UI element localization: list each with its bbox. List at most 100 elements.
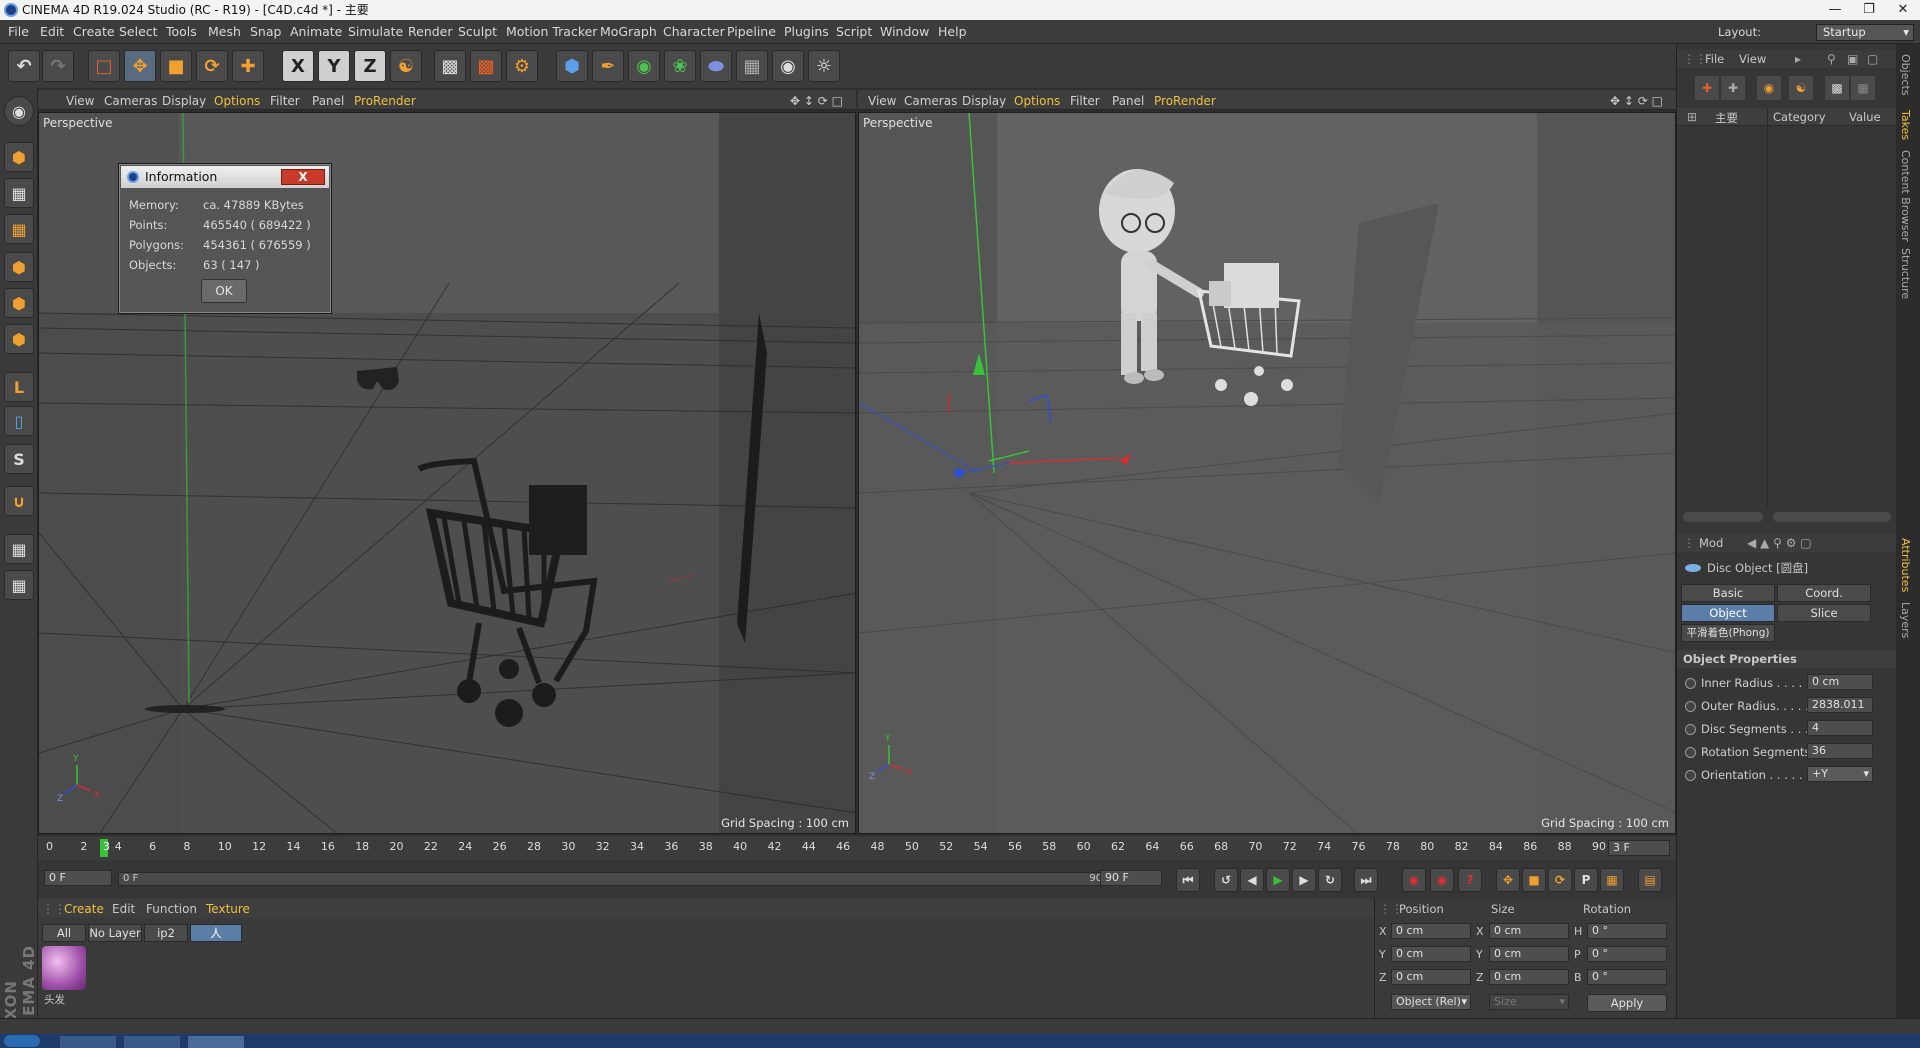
inner-radius-field[interactable]: 0 cm <box>1807 674 1873 690</box>
transform-tool-button[interactable]: ✚ <box>232 50 264 82</box>
menu-window[interactable]: Window <box>880 24 929 39</box>
layout-dropdown[interactable]: Startup ▾ <box>1816 24 1914 41</box>
menu-mesh[interactable]: Mesh <box>208 24 241 39</box>
bookmark-icon[interactable]: ▣ <box>1847 52 1858 66</box>
redo-button[interactable]: ↷ <box>42 50 74 82</box>
menu-tools[interactable]: Tools <box>166 24 197 39</box>
disc-segments-field[interactable]: 4 <box>1807 720 1873 736</box>
points-mode-button[interactable]: ⬢ <box>4 252 34 282</box>
live-selection-button[interactable]: □ <box>88 50 120 82</box>
menu-file[interactable]: File <box>8 24 29 39</box>
outer-radius-anim-toggle[interactable] <box>1685 701 1696 712</box>
material-filter-ip2[interactable]: ip2 <box>144 924 188 942</box>
key-pla-button[interactable]: ▦ <box>1600 868 1624 892</box>
key-parameter-button[interactable]: P <box>1574 868 1598 892</box>
material-menu-texture[interactable]: Texture <box>206 902 250 916</box>
coordinate-system-button[interactable]: ☯ <box>390 50 422 82</box>
vp-right-panel[interactable]: Panel <box>1112 94 1144 108</box>
side-tab-takes[interactable]: Takes <box>1899 110 1912 140</box>
material-swatch-hair[interactable] <box>42 946 86 990</box>
orientation-dropdown[interactable]: +Y ▾ <box>1807 766 1873 782</box>
previous-key-button[interactable]: ↺ <box>1214 868 1238 892</box>
material-menu-function[interactable]: Function <box>146 902 197 916</box>
menu-motion-tracker[interactable]: Motion Tracker <box>506 24 597 39</box>
menu-edit[interactable]: Edit <box>40 24 64 39</box>
menu-create[interactable]: Create <box>73 24 115 39</box>
menu-mograph[interactable]: MoGraph <box>600 24 657 39</box>
information-dialog-header[interactable]: Information X <box>121 166 329 188</box>
planar-workplane-button[interactable]: ▦ <box>4 570 34 600</box>
menu-simulate[interactable]: Simulate <box>348 24 403 39</box>
start-frame-field[interactable]: 0 F <box>44 870 112 886</box>
vp-left-display[interactable]: Display <box>162 94 206 108</box>
add-cloner-button[interactable]: ❀ <box>664 50 696 82</box>
x-axis-lock-button[interactable]: X <box>282 50 314 82</box>
menu-animate[interactable]: Animate <box>290 24 342 39</box>
texture-mode-button[interactable]: ▦ <box>4 178 34 208</box>
taskbar-app-1[interactable] <box>60 1036 116 1048</box>
add-light-button[interactable]: ☼ <box>808 50 840 82</box>
axis-mode-button[interactable]: L <box>4 372 34 402</box>
rotation-segments-anim-toggle[interactable] <box>1685 747 1696 758</box>
undo-button[interactable]: ↶ <box>8 50 40 82</box>
z-axis-lock-button[interactable]: Z <box>354 50 386 82</box>
coord-rot-p-field[interactable]: 0 ° <box>1587 946 1667 962</box>
vp-left-options[interactable]: Options <box>214 94 260 108</box>
information-dialog-close-button[interactable]: X <box>281 169 325 185</box>
current-frame-field[interactable]: 3 F <box>1608 840 1670 856</box>
coord-mode-select[interactable]: Object (Rel) ▾ <box>1391 994 1471 1010</box>
vp-right-display[interactable]: Display <box>962 94 1006 108</box>
make-editable-button[interactable]: ◉ <box>4 96 34 126</box>
add-deformer-button[interactable]: ⬬ <box>700 50 732 82</box>
coord-size-y-field[interactable]: 0 cm <box>1489 946 1569 962</box>
vp-left-nav-icons[interactable]: ✥ ↕ ⟳ □ <box>790 94 843 108</box>
autokey-button[interactable]: ◉ <box>1430 868 1454 892</box>
vp-right-cameras[interactable]: Cameras <box>904 94 957 108</box>
key-rotation-button[interactable]: ⟳ <box>1548 868 1572 892</box>
workplane-mode-button[interactable]: ▦ <box>4 214 34 244</box>
scale-tool-button[interactable]: ■ <box>160 50 192 82</box>
snap-button[interactable]: S <box>4 444 34 474</box>
y-axis-lock-button[interactable]: Y <box>318 50 350 82</box>
polygons-mode-button[interactable]: ⬢ <box>4 324 34 354</box>
objects-right-scrollbar[interactable] <box>1773 512 1891 522</box>
vp-right-nav-icons[interactable]: ✥ ↕ ⟳ □ <box>1610 94 1663 108</box>
takes-group-button[interactable]: ☯ <box>1789 76 1813 100</box>
taskbar-app-2[interactable] <box>124 1036 180 1048</box>
vp-right-prorender[interactable]: ProRender <box>1154 94 1216 108</box>
magnet-snap-button[interactable]: ∪ <box>4 486 34 516</box>
coord-rot-h-field[interactable]: 0 ° <box>1587 923 1667 939</box>
vp-right-view[interactable]: View <box>868 94 896 108</box>
menu-help[interactable]: Help <box>938 24 967 39</box>
add-camera-button[interactable]: ◉ <box>772 50 804 82</box>
render-picture-viewer-button[interactable]: ▩ <box>470 50 502 82</box>
timeline-ruler[interactable]: 0 2 4 6 8 10 12 14 16 18 20 22 24 26 28 30 32 34 36 38 40 42 4… <box>38 836 1676 860</box>
menu-pipeline[interactable]: Pipeline <box>727 24 776 39</box>
vp-left-panel[interactable]: Panel <box>312 94 344 108</box>
maximize-button[interactable]: ❐ <box>1852 0 1886 20</box>
render-settings-button[interactable]: ⚙ <box>506 50 538 82</box>
side-tab-objects[interactable]: Objects <box>1899 54 1912 96</box>
disc-segments-anim-toggle[interactable] <box>1685 724 1696 735</box>
takes-lock-button[interactable]: ▦ <box>1851 76 1875 100</box>
render-view-button[interactable]: ▩ <box>434 50 466 82</box>
rotation-segments-field[interactable]: 36 <box>1807 743 1873 759</box>
menu-character[interactable]: Character <box>663 24 725 39</box>
coord-pos-x-field[interactable]: 0 cm <box>1391 923 1471 939</box>
takes-add-button[interactable]: ✚ <box>1695 76 1719 100</box>
timeline-layout-button[interactable]: ▤ <box>1638 868 1662 892</box>
move-tool-button[interactable]: ✥ <box>124 50 156 82</box>
vp-left-prorender[interactable]: ProRender <box>354 94 416 108</box>
orientation-anim-toggle[interactable] <box>1685 770 1696 781</box>
side-tab-content-browser[interactable]: Content Browser <box>1899 150 1912 242</box>
vp-right-options[interactable]: Options <box>1014 94 1060 108</box>
attr-tab-slice[interactable]: Slice <box>1777 604 1871 622</box>
attr-tab-phong[interactable]: 平滑着色(Phong) <box>1681 624 1775 642</box>
menu-script[interactable]: Script <box>836 24 872 39</box>
vp-left-view[interactable]: View <box>66 94 94 108</box>
menu-sculpt[interactable]: Sculpt <box>458 24 497 39</box>
takes-override-button[interactable]: ◉ <box>1757 76 1781 100</box>
taskbar-app-3[interactable] <box>188 1036 244 1048</box>
start-button[interactable] <box>4 1035 40 1047</box>
search-icon[interactable]: ⚲ <box>1827 52 1836 66</box>
